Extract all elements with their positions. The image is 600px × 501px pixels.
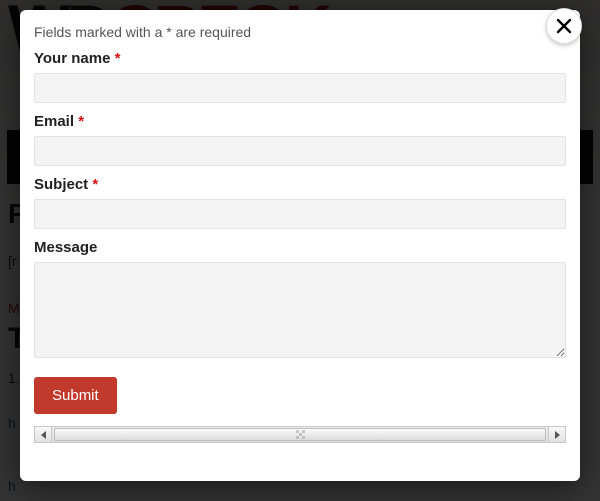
scroll-thumb[interactable] [54,428,546,441]
name-input[interactable] [34,73,566,103]
close-button[interactable] [546,8,582,44]
scroll-right-button[interactable] [548,427,565,442]
form-area: Fields marked with a * are required Your… [34,24,566,469]
close-icon [556,18,572,34]
message-input[interactable] [34,262,566,358]
email-label-text: Email [34,113,74,130]
email-input[interactable] [34,136,566,166]
contact-modal: Fields marked with a * are required Your… [20,10,580,481]
arrow-right-icon [555,431,560,439]
arrow-left-icon [41,431,46,439]
email-label: Email * [34,113,566,130]
required-marker: * [115,50,121,67]
subject-label-text: Subject [34,176,88,193]
name-label-text: Your name [34,50,110,67]
message-label-text: Message [34,239,97,256]
subject-label: Subject * [34,176,566,193]
required-marker: * [78,113,84,130]
scroll-left-button[interactable] [35,427,52,442]
name-label: Your name * [34,50,566,67]
scroll-track[interactable] [52,427,548,442]
required-hint: Fields marked with a * are required [34,24,566,40]
subject-input[interactable] [34,199,566,229]
message-label: Message [34,239,566,256]
required-marker: * [92,176,98,193]
grip-icon [296,430,305,439]
submit-button[interactable]: Submit [34,377,117,414]
horizontal-scrollbar[interactable] [34,426,566,443]
